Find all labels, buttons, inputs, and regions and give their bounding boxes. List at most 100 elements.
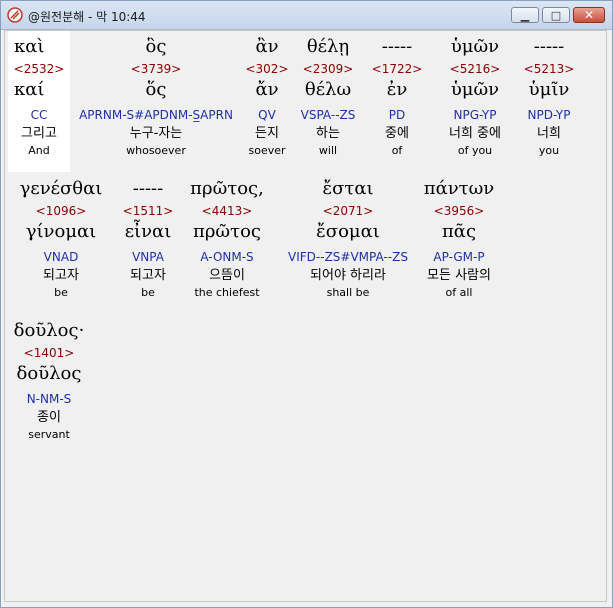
- morphology-code: CC: [30, 108, 48, 122]
- lemma: πᾶς: [441, 221, 477, 242]
- morphology-code: APRNM-S#APDNM-S̲APRN: [79, 108, 233, 122]
- strong-number: <3956>: [433, 204, 485, 218]
- english-gloss: shall be: [326, 286, 370, 299]
- app-icon: [7, 7, 23, 23]
- maximize-button[interactable]: □: [542, 7, 570, 23]
- greek-word: καὶ: [14, 36, 45, 57]
- greek-word: πρῶτος,: [190, 178, 264, 199]
- lemma: θέλω: [304, 79, 352, 100]
- minimize-button[interactable]: ▁: [511, 7, 539, 23]
- korean-gloss: 종이: [37, 410, 61, 425]
- word-column[interactable]: πάντων <3956> πᾶς AP-GM-P 모든 사람의 of all: [411, 175, 507, 301]
- strong-number: <1096>: [35, 204, 87, 218]
- korean-gloss: 중에: [385, 126, 409, 141]
- lemma: ὑμῖν: [528, 79, 570, 100]
- english-gloss: And: [28, 144, 50, 157]
- lemma: πρῶτος: [193, 221, 261, 242]
- word-column[interactable]: ὑμῶν <5216> ὑμῶν NPG-YP 너희 중에 of you: [435, 33, 515, 159]
- morphology-code: NPD-YP: [527, 108, 571, 122]
- greek-word: πάντων: [423, 178, 495, 199]
- english-gloss: will: [318, 144, 338, 157]
- interlinear-panel: καὶ <2532> καί CC 그리고 And ὃς <3739> ὅς A…: [4, 30, 607, 602]
- word-column[interactable]: καὶ <2532> καί CC 그리고 And: [8, 33, 70, 159]
- word-column[interactable]: ----- <1722> ἐν PD 중에 of: [369, 33, 425, 159]
- strong-number: <302>: [245, 62, 289, 76]
- strong-number: <2071>: [322, 204, 374, 218]
- lemma: γίνομαι: [25, 221, 97, 242]
- korean-gloss: 누구-자는: [129, 126, 183, 141]
- greek-word: γενέσθαι: [19, 178, 103, 199]
- morphology-code: VNAD: [43, 250, 79, 264]
- greek-word: ἔσται: [322, 178, 374, 199]
- korean-gloss: 되어야 하리라: [310, 268, 386, 283]
- lemma: εἶναι: [124, 221, 172, 242]
- greek-word: -----: [381, 36, 413, 57]
- greek-word: ἂν: [255, 36, 279, 57]
- strong-number: <5213>: [523, 62, 575, 76]
- korean-gloss: 그리고: [21, 126, 57, 141]
- strong-number: <1511>: [122, 204, 174, 218]
- korean-gloss: 되고자: [43, 268, 79, 283]
- strong-number: <4413>: [201, 204, 253, 218]
- greek-word: -----: [132, 178, 164, 199]
- morphology-code: NPG-YP: [453, 108, 497, 122]
- korean-gloss: 하는: [316, 126, 340, 141]
- lemma: ἔσομαι: [316, 221, 380, 242]
- english-gloss: servant: [28, 428, 70, 441]
- morphology-code: PD: [388, 108, 406, 122]
- strong-number: <1722>: [371, 62, 423, 76]
- close-button[interactable]: ✕: [573, 7, 605, 23]
- morphology-code: QV: [258, 108, 276, 122]
- word-column[interactable]: ----- <1511> εἶναι VNPA 되고자 be: [117, 175, 179, 301]
- english-gloss: be: [141, 286, 155, 299]
- close-icon: ✕: [583, 8, 595, 22]
- word-column[interactable]: ----- <5213> ὑμῖν NPD-YP 너희 you: [519, 33, 579, 159]
- greek-word: θέλῃ: [306, 36, 350, 57]
- english-gloss: be: [54, 286, 68, 299]
- lemma: ὅς: [145, 79, 167, 100]
- main-window: @원전분해 - 막 10:44 ▁ □ ✕ καὶ <2532> καί CC …: [0, 0, 613, 608]
- window-title: @원전분해 - 막 10:44: [28, 10, 146, 24]
- korean-gloss: 되고자: [130, 268, 166, 283]
- strong-number: <5216>: [449, 62, 501, 76]
- word-column[interactable]: πρῶτος, <4413> πρῶτος A-ONM-S 으뜸이 the ch…: [179, 175, 275, 301]
- lemma: ἐν: [386, 79, 408, 100]
- morphology-code: AP-GM-P: [433, 250, 485, 264]
- korean-gloss: 모든 사람의: [427, 268, 491, 283]
- lemma: ἄν: [255, 79, 279, 100]
- english-gloss: whosoever: [126, 144, 186, 157]
- english-gloss: of all: [445, 286, 473, 299]
- english-gloss: you: [538, 144, 560, 157]
- word-column[interactable]: γενέσθαι <1096> γίνομαι VNAD 되고자 be: [8, 175, 114, 301]
- word-column[interactable]: θέλῃ <2309> θέλω VSPA--ZS 하는 will: [293, 33, 363, 159]
- lemma: καί: [14, 79, 45, 100]
- minimize-icon: ▁: [520, 8, 530, 22]
- morphology-code: VIFD--ZS#VMPA--ZS: [288, 250, 408, 264]
- korean-gloss: 너희 중에: [449, 126, 501, 141]
- english-gloss: of you: [457, 144, 493, 157]
- korean-gloss: 너희: [537, 126, 561, 141]
- title-bar[interactable]: @원전분해 - 막 10:44 ▁ □ ✕: [1, 1, 612, 30]
- lemma: ὑμῶν: [450, 79, 500, 100]
- morphology-code: A-ONM-S: [200, 250, 254, 264]
- greek-word: ὑμῶν: [450, 36, 500, 57]
- korean-gloss: 으뜸이: [209, 268, 245, 283]
- maximize-icon: □: [550, 8, 562, 22]
- word-column[interactable]: ἂν <302> ἄν QV 든지 soever: [241, 33, 293, 159]
- morphology-code: VSPA--ZS: [300, 108, 356, 122]
- korean-gloss: 든지: [255, 126, 279, 141]
- greek-word: ὃς: [145, 36, 167, 57]
- greek-word: -----: [533, 36, 565, 57]
- strong-number: <2309>: [302, 62, 354, 76]
- word-column[interactable]: ἔσται <2071> ἔσομαι VIFD--ZS#VMPA--ZS 되어…: [279, 175, 417, 301]
- english-gloss: of: [391, 144, 403, 157]
- strong-number: <1401>: [23, 346, 75, 360]
- morphology-code: N-NM-S: [26, 392, 72, 406]
- morphology-code: VNPA: [132, 250, 164, 264]
- strong-number: <3739>: [130, 62, 182, 76]
- english-gloss: soever: [248, 144, 286, 157]
- greek-word: δοῦλος·: [13, 320, 85, 341]
- word-column[interactable]: δοῦλος· <1401> δοῦλος N-NM-S 종이 servant: [8, 317, 90, 443]
- word-column[interactable]: ὃς <3739> ὅς APRNM-S#APDNM-S̲APRN 누구-자는 …: [68, 33, 244, 159]
- english-gloss: the chiefest: [194, 286, 260, 299]
